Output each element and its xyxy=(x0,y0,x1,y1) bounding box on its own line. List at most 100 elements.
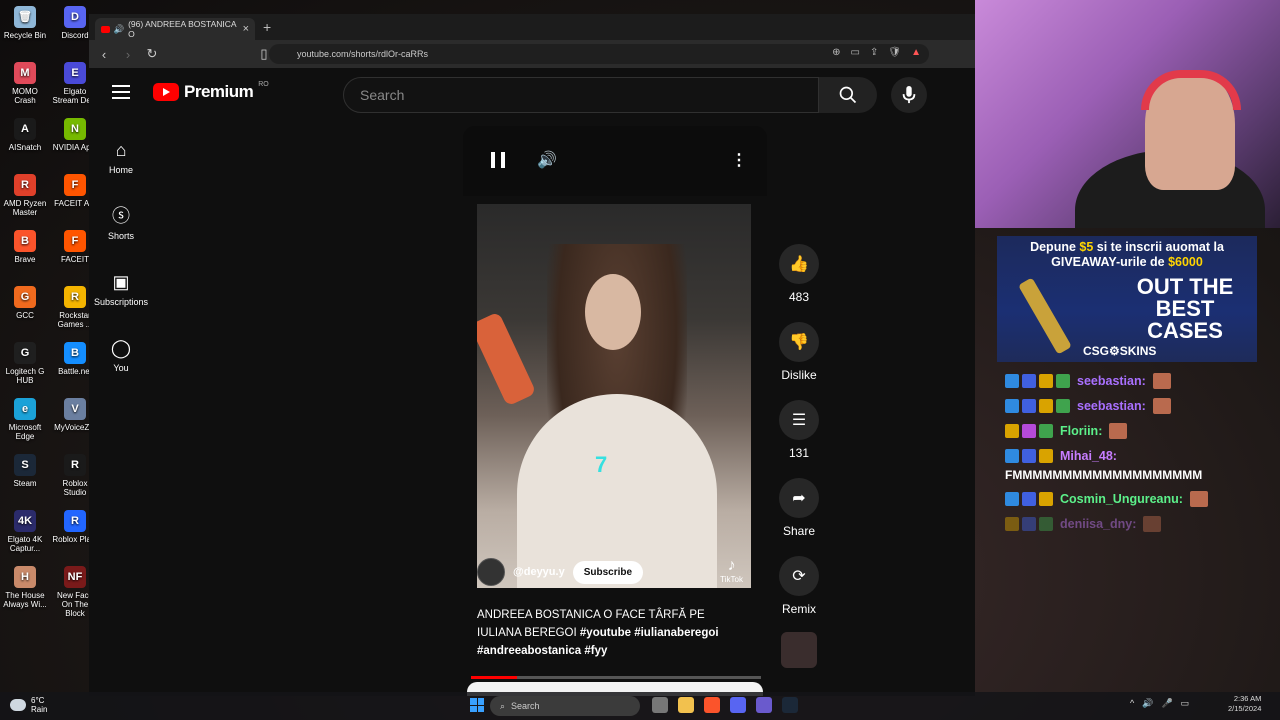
short-title[interactable]: ANDREEA BOSTANICA O FACE TÂRFĂ PE IULIAN… xyxy=(477,606,747,660)
app-icon: S xyxy=(14,454,36,476)
search-button[interactable] xyxy=(819,77,877,113)
remix-button[interactable]: ⟳ Remix xyxy=(775,556,823,616)
clock[interactable]: 2:36 AM 2/15/2024 xyxy=(1228,694,1261,714)
weather-widget[interactable]: 6°C Rain xyxy=(10,696,47,714)
speaker-icon: 🔊 xyxy=(113,23,125,34)
desktop-icon-label: AMD Ryzen Master xyxy=(3,199,47,217)
app-icon: R xyxy=(64,454,86,476)
app-icon: H xyxy=(14,566,36,588)
app-icon: E xyxy=(64,62,86,84)
avatar[interactable] xyxy=(477,558,505,586)
steam-icon[interactable] xyxy=(782,697,798,713)
tiktok-watermark: ♪ TikTok xyxy=(720,557,743,584)
chat-username: Floriin: xyxy=(1060,423,1103,438)
back-icon[interactable]: ‹ xyxy=(95,47,113,62)
browser-tab[interactable]: 🔊 (96) ANDREEA BOSTANICA O × xyxy=(95,18,255,40)
desktop-icon[interactable]: e Microsoft Edge xyxy=(2,398,48,441)
app-grid-icon[interactable] xyxy=(756,697,772,713)
chat-emote-icon xyxy=(1152,372,1171,389)
desktop-icon[interactable]: R AMD Ryzen Master xyxy=(2,174,48,217)
chat-message: Cosmin_Ungureanu: xyxy=(1005,486,1245,511)
desktop-icon[interactable]: G GCC xyxy=(2,286,48,320)
desktop-icon-label: The House Always Wi... xyxy=(3,591,47,609)
nav-you[interactable]: ◯ You xyxy=(89,336,153,402)
menu-icon[interactable] xyxy=(112,85,130,99)
chat-message: Floriin: xyxy=(1005,418,1245,443)
volume-icon[interactable]: 🔊 xyxy=(1142,698,1153,709)
tab-title: (96) ANDREEA BOSTANICA O xyxy=(128,19,237,39)
voice-search-button[interactable] xyxy=(891,77,927,113)
chat-badge-icon xyxy=(1022,491,1036,506)
thumbs-down-icon: 👎 xyxy=(779,322,819,362)
brave-icon[interactable] xyxy=(704,697,720,713)
short-video[interactable]: 7 ♪ TikTok xyxy=(477,204,751,588)
share-icon: ➦ xyxy=(779,478,819,518)
app-icon: 4K xyxy=(14,510,36,532)
share-label: Share xyxy=(782,524,816,538)
microphone-icon[interactable]: 🎤 xyxy=(1161,698,1172,709)
desktop-icon[interactable]: M MOMO Crash xyxy=(2,62,48,105)
desktop-icon[interactable]: G Logitech G HUB xyxy=(2,342,48,385)
pause-icon[interactable] xyxy=(491,152,505,168)
chat-username: deniisa_dny: xyxy=(1060,516,1137,531)
desktop-icon-label: Brave xyxy=(14,255,36,264)
zoom-icon[interactable]: ⊕ xyxy=(832,47,840,58)
desktop-icon[interactable]: S Steam xyxy=(2,454,48,488)
close-tab-icon[interactable]: × xyxy=(243,23,249,35)
chat-badge-icon xyxy=(1005,373,1019,388)
nav-subscriptions[interactable]: ▣ Subscriptions xyxy=(89,270,153,336)
like-button[interactable]: 👍 483 xyxy=(775,244,823,304)
search-icon xyxy=(839,86,857,104)
app-icon: G xyxy=(14,342,36,364)
volume-icon[interactable]: 🔊 xyxy=(537,150,557,170)
chat-message: seebastian: xyxy=(1005,368,1245,393)
youtube-logo[interactable]: Premium RO xyxy=(153,81,269,102)
subscribe-button[interactable]: Subscribe xyxy=(572,560,644,584)
nav-home[interactable]: ⌂ Home xyxy=(89,138,153,204)
desktop-icon[interactable]: B Brave xyxy=(2,230,48,264)
dislike-button[interactable]: 👎 Dislike xyxy=(775,322,823,382)
chat-username: Cosmin_Ungureanu: xyxy=(1060,491,1183,506)
search-input[interactable]: Search xyxy=(343,77,819,113)
brave-rewards-icon[interactable]: ▲ xyxy=(911,47,921,58)
task-view-icon[interactable] xyxy=(652,697,668,713)
app-icon: M xyxy=(14,62,36,84)
file-explorer-icon[interactable] xyxy=(678,697,694,713)
progress-bar[interactable] xyxy=(471,676,761,679)
system-tray: ^ 🔊 🎤 ▭ xyxy=(1130,698,1189,709)
remix-label: Remix xyxy=(781,602,816,616)
desktop-icon-label: Recycle Bin xyxy=(3,31,47,40)
tray-chevron-icon[interactable]: ^ xyxy=(1130,698,1134,709)
app-icon: F xyxy=(64,230,86,252)
brave-shield-icon[interactable]: 🛡 xyxy=(888,47,901,58)
url-field[interactable]: youtube.com/shorts/rdlOr-caRRs xyxy=(269,44,929,64)
channel-name[interactable]: @deyyu.y xyxy=(513,566,565,578)
new-tab-button[interactable]: + xyxy=(263,19,271,35)
chat-badge-icon xyxy=(1022,448,1036,463)
ad-line-2: GIVEAWAY-urile de $6000 xyxy=(1051,255,1203,269)
monitor-icon[interactable]: ▭ xyxy=(1181,698,1190,709)
desktop-icon[interactable]: H The House Always Wi... xyxy=(2,566,48,609)
audio-thumbnail[interactable] xyxy=(781,632,817,668)
app-icon: 🗑 xyxy=(14,6,36,28)
reload-icon[interactable]: ↻ xyxy=(143,46,161,62)
thumbs-up-icon: 👍 xyxy=(779,244,819,284)
chat-message: deniisa_dny: xyxy=(1005,511,1245,536)
more-options-icon[interactable]: ⋮ xyxy=(731,150,747,170)
progress-fill xyxy=(471,676,518,679)
forward-icon[interactable]: › xyxy=(119,47,137,62)
cast-icon[interactable]: ▭ xyxy=(851,47,860,58)
taskbar-search[interactable]: ⌕ Search xyxy=(490,696,640,716)
desktop-icon[interactable]: A AISnatch xyxy=(2,118,48,152)
desktop-icon[interactable]: 🗑 Recycle Bin xyxy=(2,6,48,40)
share-page-icon[interactable]: ⇪ xyxy=(870,47,878,58)
discord-icon[interactable] xyxy=(730,697,746,713)
windows-start-icon[interactable] xyxy=(470,698,484,712)
comments-button[interactable]: ☰ 131 xyxy=(775,400,823,460)
clock-time: 2:36 AM xyxy=(1233,694,1262,703)
weather-desc: Rain xyxy=(31,705,48,714)
app-icon: R xyxy=(64,286,86,308)
desktop-icon[interactable]: 4K Elgato 4K Captur... xyxy=(2,510,48,553)
share-button[interactable]: ➦ Share xyxy=(775,478,823,538)
nav-shorts[interactable]: ⓢ Shorts xyxy=(89,204,153,270)
